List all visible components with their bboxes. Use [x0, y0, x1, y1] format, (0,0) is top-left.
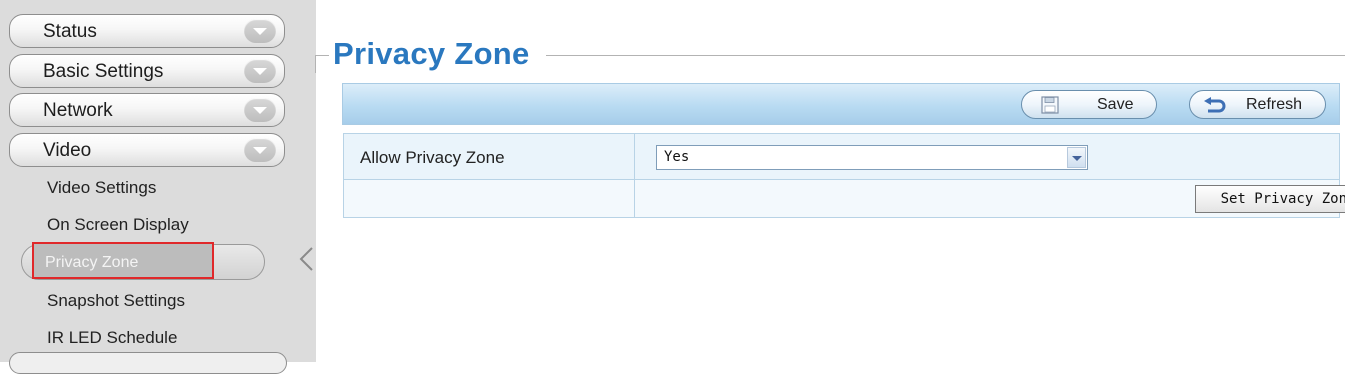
menu-section-label: Video: [43, 140, 92, 161]
table-row-label-cell: [344, 180, 635, 217]
menu-section-network[interactable]: Network: [9, 93, 285, 127]
menu-section-basic-settings[interactable]: Basic Settings: [9, 54, 285, 88]
chevron-down-icon[interactable]: [244, 19, 276, 43]
fieldset-border: [315, 55, 316, 73]
save-icon: [1041, 96, 1059, 114]
save-label: Save: [1097, 96, 1134, 113]
sidebar-item-snapshot-settings[interactable]: Snapshot Settings: [47, 291, 185, 311]
table-row-label-cell: Allow Privacy Zone: [344, 134, 635, 180]
allow-privacy-zone-select[interactable]: Yes: [656, 145, 1088, 170]
sidebar-item-ir-led-schedule[interactable]: IR LED Schedule: [47, 328, 177, 348]
settings-table: Allow Privacy Zone Set Privacy Zone Yes: [343, 133, 1345, 218]
fieldset-border: [546, 55, 1345, 56]
table-row-value-cell: Set Privacy Zone: [635, 180, 1345, 217]
menu-section-status[interactable]: Status: [9, 14, 285, 48]
select-value: Yes: [664, 149, 690, 165]
menu-section-label: Basic Settings: [43, 61, 164, 82]
sidebar-item-privacy-zone[interactable]: Privacy Zone: [21, 242, 265, 280]
chevron-down-icon[interactable]: [244, 98, 276, 122]
menu-section-partial[interactable]: [9, 352, 287, 374]
menu-section-label: Network: [43, 100, 113, 121]
dropdown-arrow-icon[interactable]: [1067, 147, 1086, 168]
refresh-label: Refresh: [1246, 96, 1303, 113]
collapse-arrow-icon[interactable]: [298, 246, 316, 272]
sidebar-item-label: Privacy Zone: [45, 254, 139, 271]
sidebar-item-on-screen-display[interactable]: On Screen Display: [47, 215, 189, 235]
refresh-button[interactable]: Refresh: [1189, 90, 1326, 119]
fieldset-border: [315, 55, 329, 56]
menu-section-label: Status: [43, 21, 97, 42]
refresh-icon: [1204, 97, 1226, 113]
chevron-down-icon[interactable]: [244, 59, 276, 83]
set-privacy-zone-button[interactable]: Set Privacy Zone: [1195, 185, 1345, 213]
allow-privacy-zone-label: Allow Privacy Zone: [360, 148, 505, 167]
page-title: Privacy Zone: [333, 36, 530, 71]
sidebar-item-video-settings[interactable]: Video Settings: [47, 178, 156, 198]
menu-section-video[interactable]: Video: [9, 133, 285, 167]
chevron-down-icon[interactable]: [244, 138, 276, 162]
toolbar: Save Refresh: [342, 83, 1340, 125]
sidebar: Status Basic Settings Network Video Vide…: [0, 0, 316, 374]
save-button[interactable]: Save: [1021, 90, 1157, 119]
